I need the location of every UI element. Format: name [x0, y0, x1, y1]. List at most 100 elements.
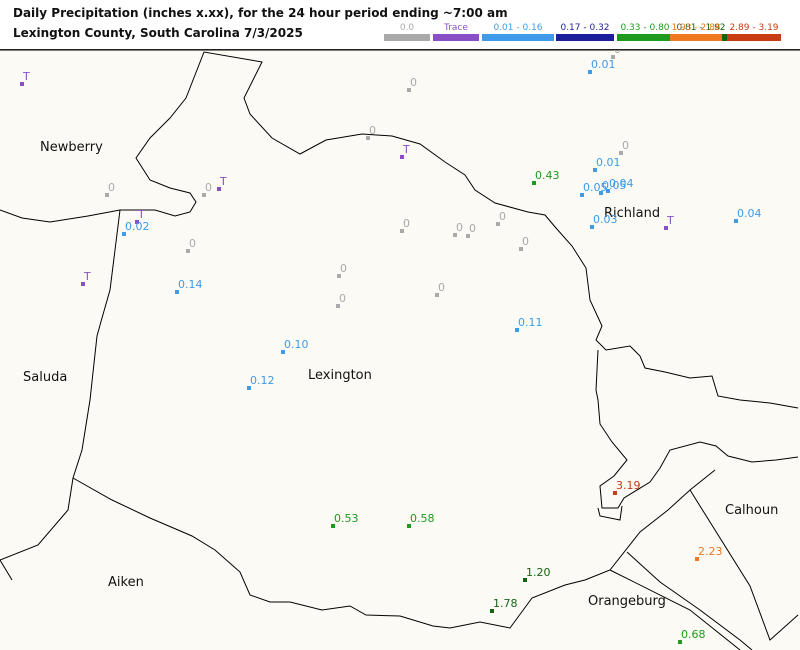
legend-swatch [727, 34, 781, 41]
station-value: 0.53 [334, 512, 359, 525]
observation-station: 0 [105, 181, 115, 197]
place-label-aiken: Aiken [108, 575, 144, 590]
station-value: 0.58 [410, 512, 435, 525]
observation-station: T [20, 70, 30, 86]
observation-station: 3.19 [613, 479, 641, 495]
station-value: 0 [340, 262, 347, 275]
observation-station: 0 [366, 124, 376, 140]
legend-swatch [433, 34, 479, 41]
station-value: 0.68 [681, 628, 706, 641]
place-label-lexington: Lexington [308, 368, 372, 383]
map-subtitle: Lexington County, South Carolina 7/3/202… [13, 26, 303, 40]
legend-item: 0.0 [384, 22, 430, 41]
station-value: 0.43 [535, 169, 560, 182]
county-borders [0, 50, 800, 650]
legend-item: 0.17 - 0.32 [556, 22, 614, 41]
station-value: 0 [622, 139, 629, 152]
station-value: 0.12 [250, 374, 275, 387]
station-value: 0.14 [178, 278, 203, 291]
map-header: Daily Precipitation (inches x.xx), for t… [0, 0, 800, 50]
station-value: 0 [499, 210, 506, 223]
observation-station: 0.04 [734, 207, 762, 223]
legend-label: 0.0 [399, 23, 415, 33]
station-value: 0 [189, 237, 196, 250]
county-map: Newberry Richland Saluda Lexington Calho… [0, 50, 800, 650]
observation-station: 0 [407, 76, 417, 92]
station-value: 0.05 [602, 179, 627, 192]
legend-item: 2.89 - 3.19 [727, 22, 781, 41]
observation-station: 2.23 [695, 545, 723, 561]
place-label-calhoun: Calhoun [725, 503, 778, 518]
observation-station: 0.10 [281, 338, 309, 354]
map-frame: Daily Precipitation (inches x.xx), for t… [0, 0, 800, 650]
observation-station: 0.01 [593, 156, 621, 172]
border-orangeburg-west [609, 569, 741, 650]
observation-station: T [217, 175, 227, 191]
observation-station: 0.11 [515, 316, 543, 332]
observation-station: 0.03 [590, 213, 618, 229]
legend-swatch [556, 34, 614, 41]
place-label-orangeburg: Orangeburg [588, 594, 666, 609]
map-title: Daily Precipitation (inches x.xx), for t… [13, 6, 508, 20]
observation-station: 0 [496, 210, 506, 226]
station-value: 0 [614, 50, 621, 56]
station-value: T [219, 175, 227, 188]
station-value: 0.10 [284, 338, 309, 351]
observation-station: 0 [202, 181, 212, 197]
observation-station: 0.14 [175, 278, 203, 294]
station-value: T [666, 214, 674, 227]
station-value: 0 [403, 217, 410, 230]
station-value: 0 [438, 281, 445, 294]
observation-station: T [664, 214, 674, 230]
observation-station: 0.12 [247, 374, 275, 390]
observation-station: 0.02 [122, 220, 150, 236]
observation-station: 0.53 [331, 512, 359, 528]
observation-station: 0 [435, 281, 445, 297]
legend-swatch [617, 34, 673, 41]
station-value: 0 [456, 221, 463, 234]
station-value: 0.03 [593, 213, 618, 226]
legend-label: 0.17 - 0.32 [560, 23, 610, 33]
station-value: 1.20 [526, 566, 551, 579]
legend-swatch [384, 34, 430, 41]
place-label-newberry: Newberry [40, 140, 103, 155]
observation-station: 0 [519, 235, 529, 251]
observation-station: 0 [466, 222, 476, 238]
station-value: 0 [410, 76, 417, 89]
observation-station: 0.68 [678, 628, 706, 644]
legend-extra: 1.93 - 2.88 2.89 - 3.19 [670, 22, 800, 42]
observation-station: 0 [611, 50, 621, 59]
observation-station: T [81, 270, 91, 286]
station-value: 0 [369, 124, 376, 137]
station-value: 0 [339, 292, 346, 305]
legend-item: 0.01 - 0.16 [482, 22, 554, 41]
station-value: 0 [469, 222, 476, 235]
station-value: 2.23 [698, 545, 723, 558]
station-value: 1.78 [493, 597, 518, 610]
observation-station: 0.58 [407, 512, 435, 528]
station-value: T [22, 70, 30, 83]
observation-station: 0 [336, 292, 346, 308]
observation-station: 1.20 [523, 566, 551, 582]
observation-station: 0 [453, 221, 463, 237]
observation-station: 0.43 [532, 169, 560, 185]
station-value: 0.01 [591, 58, 616, 71]
legend-swatch [670, 34, 722, 41]
legend-item: Trace [433, 22, 479, 41]
legend-label: 0.33 - 0.80 [620, 23, 670, 33]
legend-item: 0.33 - 0.80 [617, 22, 673, 41]
observation-station: 0.01 [588, 58, 616, 74]
border-saluda-sw [0, 559, 13, 581]
place-label-saluda: Saluda [23, 370, 67, 385]
legend-swatch [482, 34, 554, 41]
station-value: 0 [108, 181, 115, 194]
station-value: T [402, 143, 410, 156]
legend-item: 1.93 - 2.88 [670, 22, 722, 41]
legend-label: Trace [444, 23, 468, 33]
observation-station: 0 [619, 139, 629, 155]
observation-station: 0 [400, 217, 410, 233]
observation-layer: T00.0100T00.010.430.050.040.0500TT0.0200… [20, 50, 762, 644]
legend-label: 0.01 - 0.16 [493, 23, 543, 33]
station-value: 0 [205, 181, 212, 194]
observation-station: 0 [186, 237, 196, 253]
